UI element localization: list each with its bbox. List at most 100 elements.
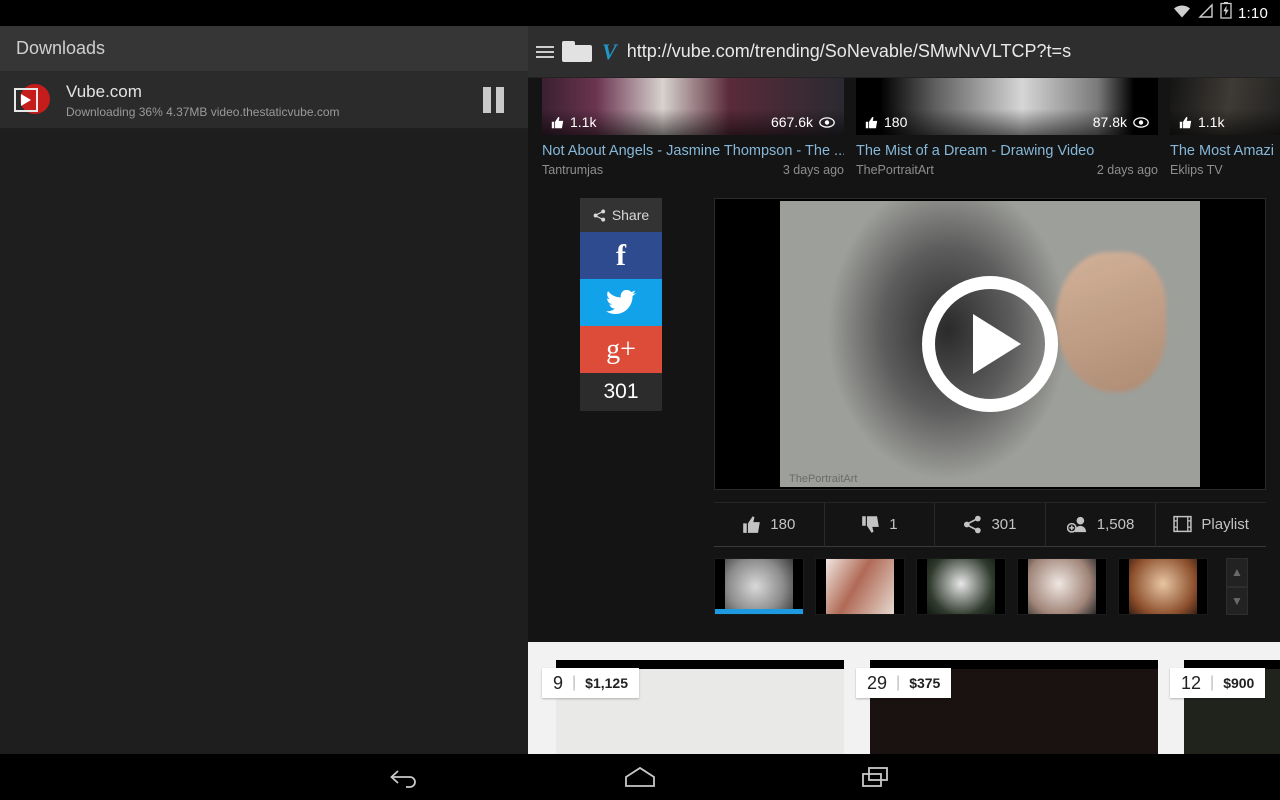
related-videos-strip: 1.1k 667.6k Not About Angels - Jasmine T…	[528, 78, 1280, 188]
like-count: 180	[770, 516, 795, 533]
eye-icon	[819, 117, 835, 128]
page-title: Downloads	[16, 38, 105, 59]
facebook-icon: f	[616, 239, 626, 273]
googleplus-icon: g+	[606, 334, 636, 366]
paid-card-tag: 12 | $900	[1170, 668, 1265, 698]
paid-card-tag: 9 | $1,125	[542, 668, 639, 698]
tag-divider: |	[572, 674, 576, 692]
video-thumbnail[interactable]: 1.1k	[1170, 78, 1280, 135]
video-author[interactable]: ThePortraitArt	[856, 163, 934, 177]
player-letterbox-right	[1200, 199, 1265, 489]
paid-cards-strip: 9 | $1,125 29 | $375 12	[528, 642, 1280, 754]
share-button[interactable]: Share	[580, 198, 662, 232]
share-action-button[interactable]: 301	[935, 503, 1046, 547]
playlist-button[interactable]: Playlist	[1156, 503, 1266, 547]
bookmarks-folder-icon[interactable]	[562, 41, 592, 63]
share-column: Share f g+ 301	[528, 198, 714, 638]
thumbs-up-icon	[551, 116, 564, 129]
playlist-thumb[interactable]	[1118, 558, 1208, 615]
dislike-button[interactable]: 1	[825, 503, 936, 547]
pause-download-button[interactable]	[472, 87, 528, 113]
paid-card-tag: 29 | $375	[856, 668, 951, 698]
eye-icon	[1133, 117, 1149, 128]
video-card-footer: Tantrumjas 3 days ago	[542, 163, 844, 177]
video-likes: 180	[884, 114, 907, 130]
video-author[interactable]: Tantrumjas	[542, 163, 603, 177]
chevron-down-icon[interactable]: ▼	[1226, 587, 1248, 616]
playlist-thumb[interactable]	[1017, 558, 1107, 615]
download-title: Vube.com	[66, 82, 472, 102]
video-card[interactable]: 1.1k The Most Amazi Eklips TV	[1170, 78, 1280, 188]
home-icon[interactable]	[617, 760, 663, 794]
watch-area: Share f g+ 301	[528, 188, 1280, 638]
video-thumbnail[interactable]: 1.1k 667.6k	[542, 78, 844, 135]
downloads-panel: Downloads Vube.com Downloading 36% 4.37M…	[0, 26, 528, 754]
signal-icon	[1198, 3, 1214, 24]
browser-omnibox-bar: V http://vube.com/trending/SoNevable/SMw…	[528, 26, 1280, 78]
thumbs-up-icon	[1179, 116, 1192, 129]
playlist-thumb[interactable]	[815, 558, 905, 615]
play-circle-icon[interactable]	[922, 276, 1058, 412]
playlist-thumb[interactable]	[714, 558, 804, 615]
thumbs-down-icon	[861, 515, 880, 534]
googleplus-share-button[interactable]: g+	[580, 326, 662, 373]
video-title-link[interactable]: The Mist of a Dream - Drawing Video	[856, 143, 1158, 159]
video-author[interactable]: Eklips TV	[1170, 163, 1223, 177]
video-card-footer: Eklips TV	[1170, 163, 1280, 177]
follow-count: 1,508	[1097, 516, 1135, 533]
android-nav-bar	[0, 754, 1280, 800]
downloads-header: Downloads	[0, 26, 528, 72]
paid-card[interactable]: 29 | $375	[856, 652, 1158, 754]
video-likes: 1.1k	[1198, 114, 1224, 130]
add-user-icon	[1067, 515, 1088, 534]
video-thumbnail-meta: 180 87.8k	[856, 109, 1158, 135]
player-letterbox-left	[715, 199, 780, 489]
hamburger-menu-icon[interactable]	[536, 46, 554, 58]
video-thumbnail-meta: 1.1k 667.6k	[542, 109, 844, 135]
battery-charging-icon	[1220, 2, 1232, 24]
web-page-content: 1.1k 667.6k Not About Angels - Jasmine T…	[528, 78, 1280, 754]
share-button-label: Share	[612, 207, 649, 223]
url-bar[interactable]: http://vube.com/trending/SoNevable/SMwNv…	[627, 41, 1071, 62]
paid-card-price: $1,125	[585, 675, 628, 691]
download-list-item[interactable]: Vube.com Downloading 36% 4.37MB video.th…	[0, 72, 528, 129]
download-texts: Vube.com Downloading 36% 4.37MB video.th…	[66, 82, 472, 119]
share-nodes-icon	[963, 515, 982, 534]
wifi-icon	[1172, 3, 1192, 24]
follow-button[interactable]: 1,508	[1046, 503, 1157, 547]
chevron-up-icon[interactable]: ▲	[1226, 558, 1248, 587]
android-screen: 1:10 Downloads Vube.com Downloading 36% …	[0, 0, 1280, 800]
video-title-link[interactable]: The Most Amazi	[1170, 143, 1280, 159]
paid-card-rank: 29	[867, 673, 887, 694]
playlist-icon	[1173, 515, 1192, 533]
player-column: ThePortraitArt 180 1	[714, 198, 1280, 638]
back-arrow-icon[interactable]	[381, 760, 427, 794]
video-age: 3 days ago	[783, 163, 844, 177]
twitter-share-button[interactable]	[580, 279, 662, 326]
video-views: 667.6k	[771, 114, 813, 130]
paid-card[interactable]: 9 | $1,125	[542, 652, 844, 754]
playlist-thumbnail-strip: ▲ ▼	[714, 558, 1266, 615]
recent-apps-icon[interactable]	[853, 760, 899, 794]
playlist-thumb[interactable]	[916, 558, 1006, 615]
dislike-count: 1	[889, 516, 897, 533]
video-likes: 1.1k	[570, 114, 596, 130]
twitter-bird-icon	[606, 290, 636, 315]
thumbs-up-icon	[865, 116, 878, 129]
video-card[interactable]: 1.1k 667.6k Not About Angels - Jasmine T…	[542, 78, 844, 188]
video-action-bar: 180 1 301 1,508	[714, 502, 1266, 546]
video-watermark: ThePortraitArt	[789, 473, 857, 485]
share-buttons: Share f g+ 301	[580, 198, 662, 411]
video-views: 87.8k	[1093, 114, 1127, 130]
facebook-share-button[interactable]: f	[580, 232, 662, 279]
paid-card[interactable]: 12 | $900	[1170, 652, 1280, 754]
video-thumbnail-meta: 1.1k	[1170, 109, 1280, 135]
video-thumbnail[interactable]: 180 87.8k	[856, 78, 1158, 135]
paid-card-rank: 9	[553, 673, 563, 694]
video-title-link[interactable]: Not About Angels - Jasmine Thompson - Th…	[542, 143, 844, 159]
like-button[interactable]: 180	[714, 503, 825, 547]
site-favicon: V	[600, 39, 619, 65]
video-age: 2 days ago	[1097, 163, 1158, 177]
video-card[interactable]: 180 87.8k The Mist of a Dream - Drawing …	[856, 78, 1158, 188]
video-player[interactable]: ThePortraitArt	[714, 198, 1266, 490]
